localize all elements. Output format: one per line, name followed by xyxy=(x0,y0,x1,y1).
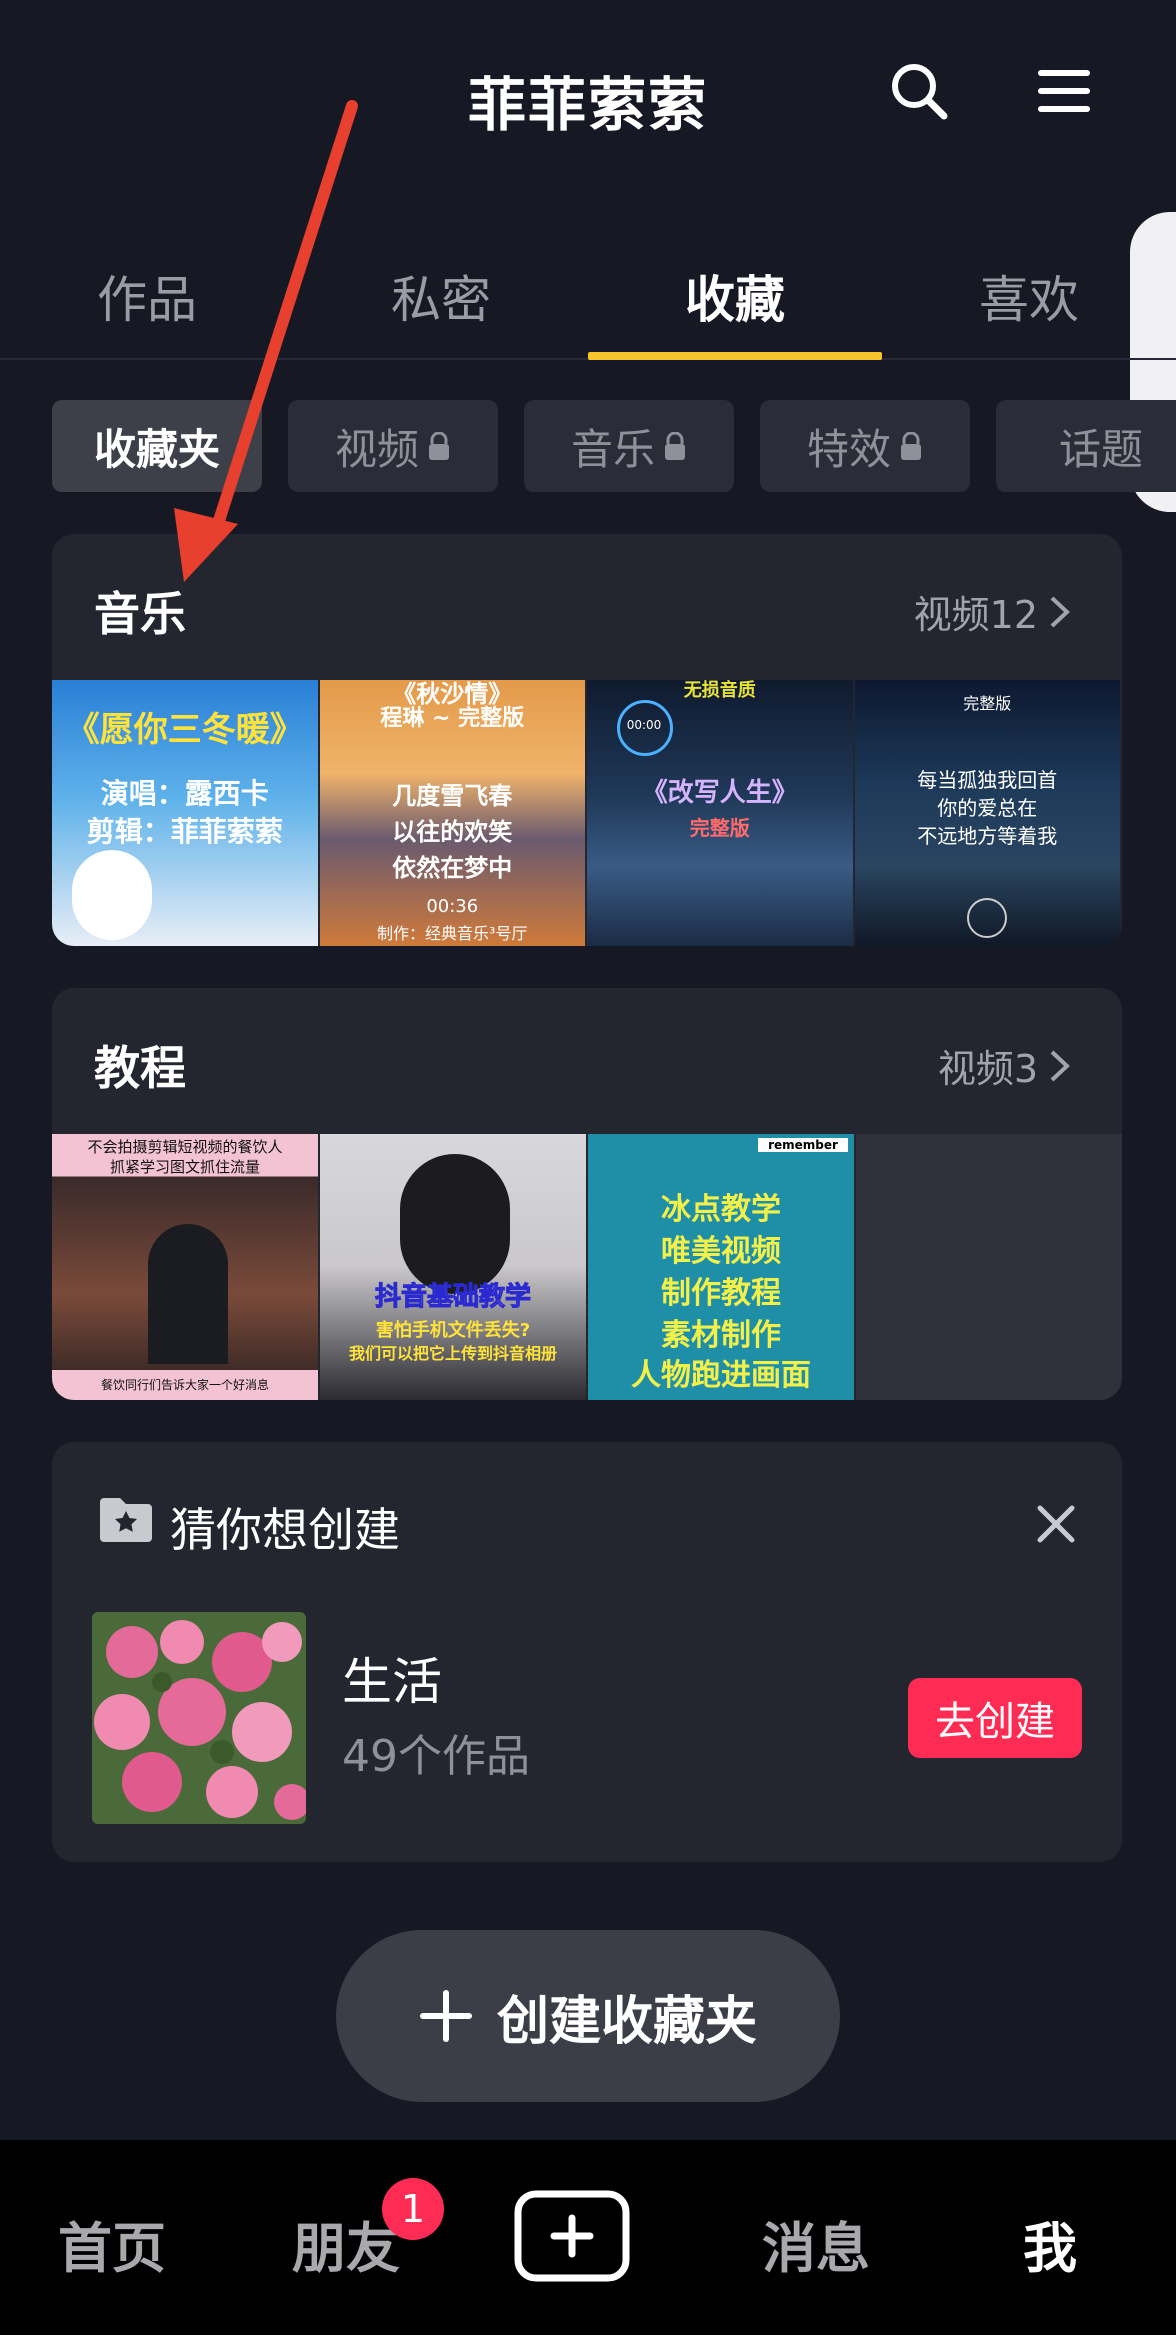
folder-star-icon xyxy=(100,1498,152,1542)
suggest-work-count: 49个作品 xyxy=(342,1731,530,1782)
thumbnail-text: 不远地方等着我 xyxy=(917,824,1058,848)
chip-label: 视频 xyxy=(334,424,419,474)
thumbnail-text: 抓紧学习图文抓住流量 xyxy=(109,1158,260,1176)
thumbnail-text: 00:00 xyxy=(626,718,662,732)
person-illustration xyxy=(400,1154,510,1294)
thumbnail-text: 唯美视频 xyxy=(661,1234,781,1269)
header: 菲菲萦萦 xyxy=(0,0,1176,190)
thumbnail-text: 害怕手机文件丢失? xyxy=(375,1320,531,1341)
menu-icon[interactable] xyxy=(1038,68,1090,114)
chip-topics[interactable]: 话题 xyxy=(996,400,1176,492)
pause-icon xyxy=(966,898,1007,938)
thumbnail-text: 不会拍摄剪辑短视频的餐饮人 xyxy=(87,1138,283,1156)
profile-name: 菲菲萦萦 xyxy=(467,71,708,139)
publish-plus-icon[interactable] xyxy=(514,2190,630,2282)
active-tab-indicator xyxy=(588,352,882,360)
thumbnail-text: 制作教程 xyxy=(661,1276,781,1311)
snowman-illustration xyxy=(72,850,152,940)
thumbnail-text: 我们可以把它上传到抖音相册 xyxy=(348,1344,557,1363)
thumbnail-text: 每当孤独我回首 xyxy=(917,768,1058,792)
thumbnail-text: 无损音质 xyxy=(683,680,756,701)
thumbnail-text: 你的爱总在 xyxy=(937,796,1038,820)
video-thumbnail[interactable]: 完整版 每当孤独我回首 你的爱总在 不远地方等着我 xyxy=(854,680,1120,946)
chevron-right-icon xyxy=(1050,596,1070,627)
search-icon[interactable] xyxy=(888,60,950,122)
bottom-navigation: 首页 朋友 1 消息 我 xyxy=(0,2140,1176,2335)
folder-count-link[interactable]: 视频12 xyxy=(914,584,1072,639)
thumbnail-text: 人物跑进画面 xyxy=(631,1358,811,1393)
thumbnail-text: 制作：经典音乐³号厅 xyxy=(377,924,528,943)
thumbnail-text: 素材制作 xyxy=(661,1318,781,1353)
thumbnail-text: 《改写人生》 xyxy=(641,778,798,808)
folder-count: 视频12 xyxy=(913,593,1038,637)
nav-home[interactable]: 首页 xyxy=(32,2204,192,2283)
favorites-filter-chips: 收藏夹 视频 音乐 特效 话题 xyxy=(52,400,1176,494)
lock-icon xyxy=(665,432,685,460)
thumbnail-text: 剪辑：菲菲萦萦 xyxy=(86,815,283,848)
plus-icon xyxy=(419,1990,472,2042)
thumbnail-text: 《愿你三冬暖》 xyxy=(65,710,304,750)
chip-collections[interactable]: 收藏夹 xyxy=(52,400,262,492)
suggest-cover-image[interactable] xyxy=(92,1612,306,1824)
folder-title: 教程 xyxy=(94,1041,186,1095)
tab-works[interactable]: 作品 xyxy=(0,260,294,332)
thumbnail-text: 程琳 ~ 完整版 xyxy=(380,706,525,731)
video-thumbnail[interactable]: 《秋沙情》 程琳 ~ 完整版 几度雪飞春 以往的欢笑 依然在梦中 00:36 制… xyxy=(319,680,585,946)
video-thumbnail[interactable]: 抖音基础教学 害怕手机文件丢失? 我们可以把它上传到抖音相册 xyxy=(320,1134,586,1400)
folder-card-tutorials[interactable]: 教程 视频3 不会拍摄剪辑短视频的餐饮人 抓紧学习图文抓住流量 餐饮同行们告诉大… xyxy=(52,988,1122,1400)
thumbnail-text: 抖音基础教学 xyxy=(374,1282,531,1313)
video-thumbnail[interactable]: 不会拍摄剪辑短视频的餐饮人 抓紧学习图文抓住流量 餐饮同行们告诉大家一个好消息 xyxy=(52,1134,318,1400)
thumbnail-text: 完整版 xyxy=(689,816,750,840)
friends-badge: 1 xyxy=(382,2178,444,2240)
thumbnail-text: 依然在梦中 xyxy=(392,854,513,882)
folder-thumbnails: 《愿你三冬暖》 演唱：露西卡 剪辑：菲菲萦萦 《秋沙情》 程琳 ~ 完整版 几度… xyxy=(52,680,1122,946)
tab-favorites[interactable]: 收藏 xyxy=(588,260,882,332)
thumbnail-text: 演唱：露西卡 xyxy=(100,777,269,810)
chip-label: 收藏夹 xyxy=(93,424,220,474)
video-thumbnail[interactable]: remember 冰点教学 唯美视频 制作教程 素材制作 人物跑进画面 xyxy=(588,1134,854,1400)
folder-count-link[interactable]: 视频3 xyxy=(938,1038,1072,1093)
close-icon[interactable] xyxy=(1036,1504,1076,1544)
flowers-image xyxy=(92,1612,306,1824)
suggest-folder-name: 生活 xyxy=(342,1653,442,1711)
create-folder-label: 创建收藏夹 xyxy=(496,1991,757,2052)
nav-messages[interactable]: 消息 xyxy=(736,2204,896,2283)
lock-icon xyxy=(901,432,921,460)
thumbnail-text: 餐饮同行们告诉大家一个好消息 xyxy=(52,1370,318,1400)
folder-count: 视频3 xyxy=(937,1047,1038,1091)
thumbnail-text: 以往的欢笑 xyxy=(392,818,513,846)
folder-card-music[interactable]: 音乐 视频12 《愿你三冬暖》 演唱：露西卡 剪辑：菲菲萦萦 《秋沙情》 程琳 … xyxy=(52,534,1122,946)
suggested-folder-card: 猜你想创建 生活 49个作品 去创建 xyxy=(52,1442,1122,1862)
folder-title: 音乐 xyxy=(94,587,186,641)
thumbnail-text: remember xyxy=(758,1138,848,1152)
thumbnail-text: 完整版 xyxy=(963,694,1012,713)
profile-tabs: 作品 私密 收藏 喜欢 xyxy=(0,252,1176,360)
thumbnail-text: 00:36 xyxy=(426,896,479,917)
person-illustration xyxy=(148,1224,228,1364)
folder-thumbnails: 不会拍摄剪辑短视频的餐饮人 抓紧学习图文抓住流量 餐饮同行们告诉大家一个好消息 … xyxy=(52,1134,1122,1400)
chip-videos[interactable]: 视频 xyxy=(288,400,498,492)
tab-private[interactable]: 私密 xyxy=(294,260,588,332)
nav-me[interactable]: 我 xyxy=(970,2204,1130,2283)
lock-icon xyxy=(429,432,449,460)
empty-thumbnail-slot xyxy=(856,1134,1122,1400)
chip-label: 特效 xyxy=(806,424,891,474)
video-thumbnail[interactable]: 《愿你三冬暖》 演唱：露西卡 剪辑：菲菲萦萦 xyxy=(52,680,318,946)
thumbnail-text: 几度雪飞春 xyxy=(392,782,513,810)
chip-effects[interactable]: 特效 xyxy=(760,400,970,492)
chip-music[interactable]: 音乐 xyxy=(524,400,734,492)
chevron-right-icon xyxy=(1050,1050,1070,1081)
video-thumbnail[interactable]: 无损音质 00:00 《改写人生》 完整版 xyxy=(587,680,853,946)
tab-likes[interactable]: 喜欢 xyxy=(882,260,1176,332)
chip-label: 话题 xyxy=(1058,424,1143,474)
create-button[interactable]: 去创建 xyxy=(908,1678,1082,1758)
chip-label: 音乐 xyxy=(570,424,655,474)
create-folder-button[interactable]: 创建收藏夹 xyxy=(336,1930,840,2102)
thumbnail-text: 冰点教学 xyxy=(661,1192,781,1227)
suggest-title: 猜你想创建 xyxy=(170,1503,400,1557)
